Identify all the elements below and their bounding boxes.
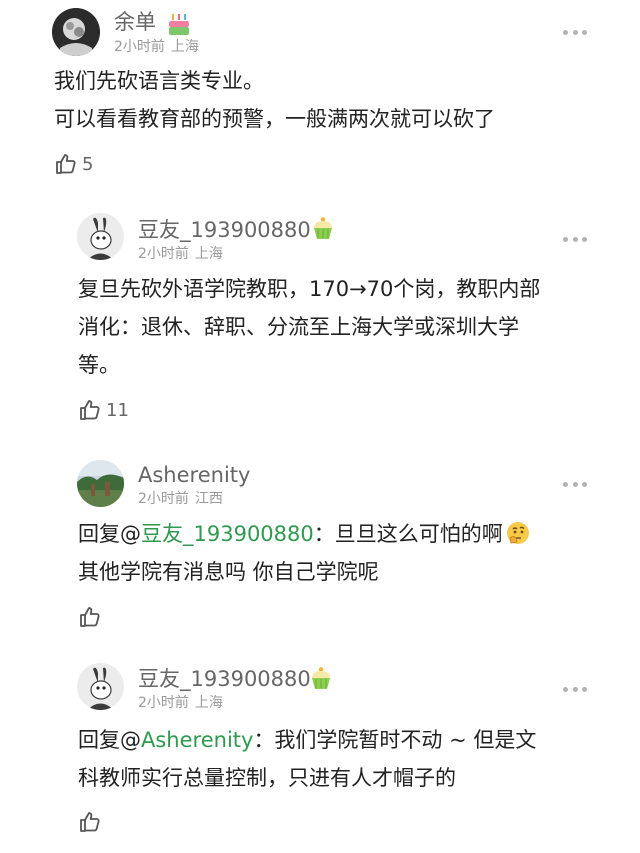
username[interactable]: Asherenity <box>138 463 250 487</box>
username[interactable]: 豆友_193900880 <box>138 218 311 242</box>
like-button[interactable] <box>78 810 106 834</box>
like-button[interactable]: 5 <box>54 152 93 176</box>
like-button[interactable]: 11 <box>78 398 129 422</box>
thinking-face-icon <box>506 522 529 544</box>
location: 上海 <box>194 695 223 711</box>
comment-line: 可以看看教育部的预警，一般满两次就可以砍了 <box>54 107 495 131</box>
location: 上海 <box>170 39 199 55</box>
timestamp: 2小时前 <box>138 491 189 507</box>
reply-prefix: 回复@ <box>78 522 141 546</box>
thumbs-up-icon <box>80 812 100 832</box>
more-options-icon[interactable] <box>563 234 587 244</box>
comment-line: 等。 <box>78 353 120 377</box>
reply-text: ：旦旦这么可怕的啊 <box>313 522 503 546</box>
location: 上海 <box>194 246 223 262</box>
thumbs-up-icon <box>80 400 100 420</box>
thumbs-up-icon <box>80 607 100 627</box>
thumbs-up-icon <box>56 154 76 174</box>
username[interactable]: 余单 <box>114 10 156 34</box>
cake-badge-icon <box>169 14 189 35</box>
avatar[interactable] <box>77 663 124 710</box>
more-options-icon[interactable] <box>563 479 587 489</box>
cupcake-badge-icon <box>312 667 330 689</box>
timestamp: 2小时前 <box>114 39 165 55</box>
avatar[interactable] <box>77 213 124 260</box>
comment-text: 回复@Asherenity：我们学院暂时不动 ~ 但是文 科教师实行总量控制，只… <box>78 721 536 797</box>
comment-meta: 2小时前 上海 <box>138 245 223 263</box>
comment-line: 其他学院有消息吗 你自己学院呢 <box>78 560 379 584</box>
comment-line: 回复@Asherenity：我们学院暂时不动 ~ 但是文 <box>78 721 536 759</box>
cupcake-badge-icon <box>314 217 332 239</box>
timestamp: 2小时前 <box>138 246 189 262</box>
timestamp: 2小时前 <box>138 695 189 711</box>
more-options-icon[interactable] <box>563 27 587 37</box>
comment-meta: 2小时前 上海 <box>114 38 199 56</box>
like-count: 11 <box>106 399 129 421</box>
mention-link[interactable]: Asherenity <box>141 728 253 752</box>
avatar[interactable] <box>52 8 100 56</box>
comment-text: 我们先砍语言类专业。 可以看看教育部的预警，一般满两次就可以砍了 <box>54 62 495 138</box>
reply-text: ：我们学院暂时不动 ~ 但是文 <box>253 728 537 752</box>
avatar[interactable] <box>77 460 124 507</box>
location: 江西 <box>194 491 223 507</box>
like-button[interactable] <box>78 605 106 629</box>
comment-meta: 2小时前 江西 <box>138 490 223 508</box>
comment-line: 我们先砍语言类专业。 <box>54 69 264 93</box>
comment-text: 回复@豆友_193900880：旦旦这么可怕的啊 其他学院有消息吗 你自己学院呢 <box>78 515 531 591</box>
like-count: 5 <box>82 153 94 175</box>
comment-line: 科教师实行总量控制，只进有人才帽子的 <box>78 766 456 790</box>
comment-line: 消化：退休、辞职、分流至上海大学或深圳大学 <box>78 315 519 339</box>
comment-line: 回复@豆友_193900880：旦旦这么可怕的啊 <box>78 515 531 553</box>
more-options-icon[interactable] <box>563 684 587 694</box>
mention-link[interactable]: 豆友_193900880 <box>141 522 314 546</box>
comment-text: 复旦先砍外语学院教职，170→70个岗，教职内部 消化：退休、辞职、分流至上海大… <box>78 270 540 384</box>
reply-prefix: 回复@ <box>78 728 141 752</box>
comment-line: 复旦先砍外语学院教职，170→70个岗，教职内部 <box>78 277 541 301</box>
username[interactable]: 豆友_193900880 <box>138 667 311 691</box>
comment-meta: 2小时前 上海 <box>138 694 223 712</box>
